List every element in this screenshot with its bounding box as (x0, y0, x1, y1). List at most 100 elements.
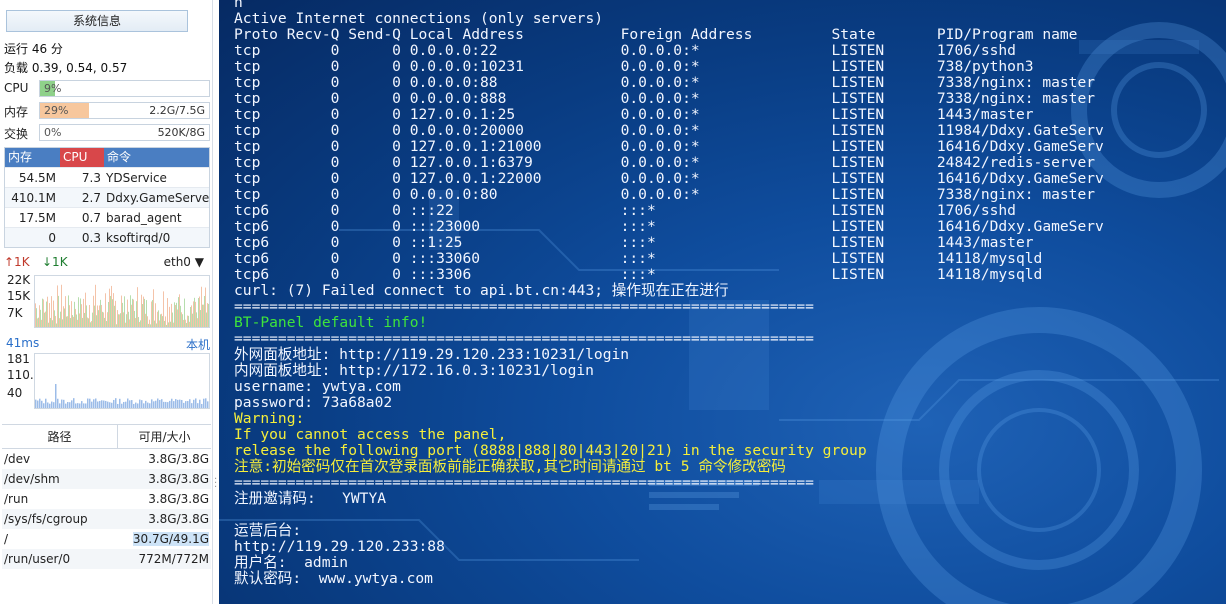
traffic-bar (173, 322, 174, 327)
col-memory-header[interactable]: 内存 (5, 148, 60, 167)
latency-bar (103, 400, 105, 408)
traffic-bar (203, 304, 204, 327)
terminal-line: ========================================… (234, 330, 814, 347)
latency-bar (53, 402, 55, 408)
latency-host-link[interactable]: 本机 (186, 336, 210, 353)
traffic-bar (151, 301, 152, 327)
col-cpu-header[interactable]: CPU (60, 148, 104, 167)
latency-bar (171, 398, 173, 408)
disk-row[interactable]: /dev 3.8G/3.8G (2, 449, 211, 469)
latency-bar (35, 399, 37, 408)
latency-bar (43, 403, 45, 408)
latency-bar (197, 403, 199, 408)
traffic-bar (200, 310, 201, 327)
traffic-bar (47, 296, 48, 327)
traffic-bar (75, 308, 76, 327)
traffic-bar (114, 305, 115, 327)
traffic-bar (132, 298, 133, 327)
process-table-header: 内存 CPU 命令 (5, 148, 209, 167)
traffic-bar (49, 303, 50, 327)
latency-bar (95, 398, 97, 408)
traffic-bar (80, 298, 81, 327)
traffic-bar (164, 320, 165, 327)
terminal-line: BT-Panel default info! (234, 314, 428, 331)
disk-row[interactable]: /run 3.8G/3.8G (2, 489, 211, 509)
disk-row[interactable]: / 30.7G/49.1G (2, 529, 211, 549)
traffic-bar (39, 305, 40, 327)
latency-header: 41ms 本机 (4, 336, 210, 352)
latency-bar (109, 402, 111, 408)
traffic-bar (183, 319, 184, 327)
network-traffic-plot (35, 284, 209, 327)
process-row[interactable]: 410.1M 2.7 Ddxy.GameServer (5, 187, 209, 207)
interface-name: eth0 (163, 255, 191, 269)
terminal-line: tcp 0 0 127.0.0.1:6379 0.0.0.0:* LISTEN … (234, 154, 1096, 171)
traffic-bar (179, 294, 180, 327)
latency-bar (131, 400, 133, 408)
traffic-bar (186, 322, 187, 327)
dropdown-triangle-icon: ▼ (194, 255, 204, 269)
process-row[interactable]: 54.5M 7.3 YDService (5, 167, 209, 187)
disk-row[interactable]: /run/user/0 772M/772M (2, 549, 211, 569)
traffic-bar (142, 304, 143, 327)
latency-bar (83, 403, 85, 408)
traffic-bar (85, 292, 86, 327)
latency-bar (207, 401, 209, 408)
latency-bar (77, 403, 79, 408)
traffic-bar (116, 324, 117, 327)
col-command-header[interactable]: 命令 (104, 148, 209, 167)
latency-bar (163, 401, 165, 408)
traffic-bar (174, 302, 175, 327)
latency-bar (145, 400, 147, 408)
interface-select[interactable]: eth0 ▼ (164, 255, 204, 269)
latency-bar (205, 398, 207, 408)
disk-usage: 3.8G/3.8G (148, 472, 209, 486)
terminal-output[interactable]: n Active Internet connections (only serve… (219, 0, 1226, 604)
terminal-line: tcp6 0 0 :::22 :::* LISTEN 1706/sshd (234, 202, 1016, 219)
traffic-bar (72, 315, 73, 327)
latency-bar (69, 402, 71, 408)
process-row[interactable]: 0 0.3 ksoftirqd/0 (5, 227, 209, 247)
traffic-bar (111, 285, 112, 327)
memory-label: 内存 (4, 105, 29, 119)
traffic-bar (48, 322, 49, 327)
traffic-bar (55, 315, 56, 327)
col-size-header[interactable]: 可用/大小 (118, 425, 211, 448)
latency-bar (75, 403, 77, 408)
ping-axis-max: 181 (7, 352, 30, 366)
terminal-line: ========================================… (234, 298, 814, 315)
latency-bar (101, 400, 103, 408)
latency-bar (173, 401, 175, 408)
latency-bar (99, 400, 101, 408)
latency-bar (119, 398, 121, 408)
process-table: 内存 CPU 命令 54.5M 7.3 YDService 410.1M 2.7… (4, 147, 210, 248)
traffic-bar (196, 312, 197, 327)
system-info-button[interactable]: 系统信息 (6, 10, 188, 32)
traffic-bar (61, 284, 62, 327)
traffic-bar (123, 312, 124, 327)
traffic-bar (130, 295, 131, 327)
traffic-bar (91, 321, 92, 327)
traffic-bar (43, 299, 44, 327)
disk-row[interactable]: /sys/fs/cgroup 3.8G/3.8G (2, 509, 211, 529)
traffic-bar (144, 298, 145, 327)
latency-bar (71, 400, 73, 408)
panel-resize-handle[interactable]: · · · (214, 475, 218, 493)
system-info-sidebar: 系统信息 运行 46 分 负载 0.39, 0.54, 0.57 CPU 9% … (0, 0, 213, 604)
traffic-bar (109, 288, 110, 327)
traffic-bar (37, 318, 38, 327)
traffic-bar (115, 300, 116, 327)
process-row[interactable]: 17.5M 0.7 barad_agent (5, 207, 209, 227)
terminal-line: tcp 0 0 127.0.0.1:22000 0.0.0.0:* LISTEN… (234, 170, 1104, 187)
latency-bar (59, 403, 61, 408)
terminal-line: curl: (7) Failed connect to api.bt.cn:44… (234, 282, 729, 299)
traffic-bar (171, 303, 172, 327)
latency-bar (177, 399, 179, 408)
disk-row[interactable]: /dev/shm 3.8G/3.8G (2, 469, 211, 489)
col-path-header[interactable]: 路径 (2, 425, 118, 448)
terminal-line: tcp 0 0 127.0.0.1:25 0.0.0.0:* LISTEN 14… (234, 106, 1034, 123)
traffic-bar (89, 304, 90, 327)
traffic-bar (133, 299, 134, 327)
traffic-bar (124, 296, 125, 327)
traffic-bar (96, 315, 97, 327)
